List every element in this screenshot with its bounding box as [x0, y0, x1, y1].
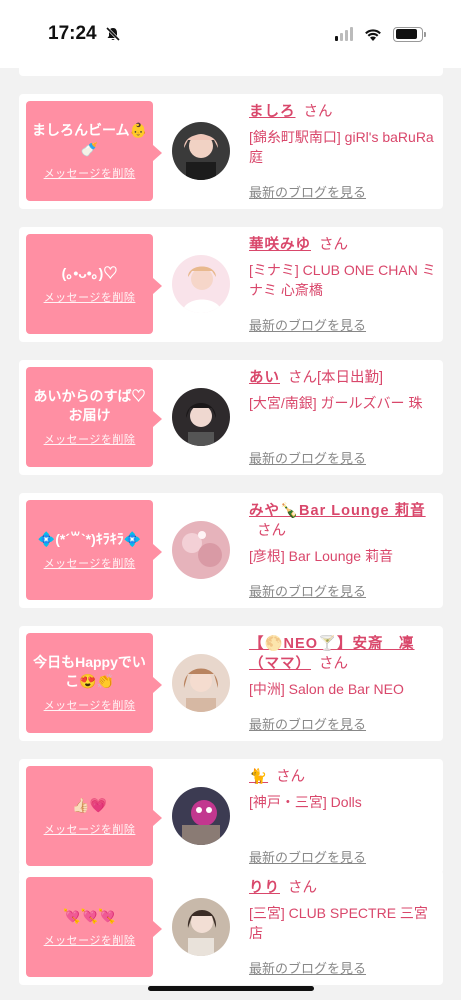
message-bubble: ましろんビーム👶🍼 メッセージを削除 [26, 101, 162, 201]
honorific: さん [276, 769, 306, 785]
latest-blog-link[interactable]: 最新のブログを見る [249, 958, 366, 977]
sender-name[interactable]: ましろ [249, 104, 296, 120]
message-bubble: 👍🏻💗 メッセージを削除 [26, 766, 162, 866]
clock: 17:24 [48, 23, 121, 45]
latest-blog-link[interactable]: 最新のブログを見る [249, 847, 366, 866]
message-card: 💠(*´꒳`*)ｷﾗｷﾗ💠 メッセージを削除 みや🍾Bar Lounge 莉音さ… [19, 493, 443, 608]
clock-time: 17:24 [48, 23, 97, 44]
honorific: さん [303, 104, 333, 120]
shop-name: [錦糸町駅南口] giRl's baRuRa庭 [249, 129, 434, 165]
honorific: さん [288, 370, 317, 386]
shop-name: [中洲] Salon de Bar NEO [249, 681, 404, 697]
delete-message-link[interactable]: メッセージを削除 [44, 932, 136, 948]
message-bubble: 💘💘💘 メッセージを削除 [26, 877, 162, 977]
message-card: 👍🏻💗 メッセージを削除 🐈 さん [神戸・三宮] Dolls 最新のブログを見る [19, 759, 443, 874]
sender-name[interactable]: りり [249, 880, 280, 896]
shop-name: [三宮] CLUB SPECTRE 三宮店 [249, 905, 428, 941]
avatar[interactable] [172, 521, 230, 579]
latest-blog-link[interactable]: 最新のブログを見る [249, 182, 366, 201]
home-indicator[interactable] [148, 986, 314, 991]
message-text: 👍🏻💗 [72, 796, 107, 813]
avatar[interactable] [172, 787, 230, 845]
message-text: (｡•ᴗ•｡)♡ [61, 264, 118, 281]
cellular-signal-icon [335, 27, 353, 41]
battery-icon [393, 26, 426, 42]
honorific: さん [319, 656, 348, 672]
message-text: ましろんビーム👶🍼 [32, 122, 148, 157]
shop-name: [大宮/南銀] ガールズバー 珠 [249, 395, 423, 411]
message-text: あいからのすば♡お届け [33, 388, 146, 423]
avatar[interactable] [172, 388, 230, 446]
message-text: 💠(*´꒳`*)ｷﾗｷﾗ💠 [37, 530, 142, 547]
previous-card-edge [19, 60, 443, 76]
sender-name[interactable]: 🐈 [249, 769, 268, 785]
message-card: 💘💘💘 メッセージを削除 りり さん [三宮] CLUB SPECTRE 三宮店 … [19, 870, 443, 985]
message-bubble: あいからのすば♡お届け メッセージを削除 [26, 367, 162, 467]
sender-name[interactable]: あい [249, 370, 280, 386]
message-bubble: (｡•ᴗ•｡)♡ メッセージを削除 [26, 234, 162, 334]
sender-name[interactable]: 華咲みゆ [249, 237, 311, 253]
avatar[interactable] [172, 654, 230, 712]
delete-message-link[interactable]: メッセージを削除 [44, 821, 136, 837]
shop-name: [神戸・三宮] Dolls [249, 794, 362, 810]
latest-blog-link[interactable]: 最新のブログを見る [249, 315, 366, 334]
delete-message-link[interactable]: メッセージを削除 [44, 289, 136, 305]
shop-name: [ミナミ] CLUB ONE CHAN ミナミ 心斎橋 [249, 262, 436, 298]
honorific: さん [257, 523, 286, 539]
delete-message-link[interactable]: メッセージを削除 [44, 697, 136, 713]
bell-muted-icon [105, 26, 120, 42]
shop-name: [彦根] Bar Lounge 莉音 [249, 548, 393, 564]
message-bubble: 今日もHappyでいこ😍👏 メッセージを削除 [26, 633, 162, 733]
avatar[interactable] [172, 255, 230, 313]
delete-message-link[interactable]: メッセージを削除 [44, 431, 136, 447]
message-text: 💘💘💘 [63, 907, 116, 924]
delete-message-link[interactable]: メッセージを削除 [44, 555, 136, 571]
message-text: 今日もHappyでいこ😍👏 [33, 654, 146, 689]
honorific: さん [319, 237, 348, 253]
message-card: 今日もHappyでいこ😍👏 メッセージを削除 【🌕NEO🍸】安斎 凜（ママ） さん… [19, 626, 443, 741]
work-status: [本日出勤] [317, 370, 384, 386]
message-card: あいからのすば♡お届け メッセージを削除 あい さん[本日出勤] [大宮/南銀] … [19, 360, 443, 475]
latest-blog-link[interactable]: 最新のブログを見る [249, 448, 366, 467]
sender-name[interactable]: みや🍾Bar Lounge 莉音 [249, 503, 426, 519]
avatar[interactable] [172, 122, 230, 180]
message-card: ましろんビーム👶🍼 メッセージを削除 ましろ さん [錦糸町駅南口] giRl's… [19, 94, 443, 209]
latest-blog-link[interactable]: 最新のブログを見る [249, 581, 366, 600]
honorific: さん [288, 880, 317, 896]
wifi-icon [365, 28, 381, 41]
avatar[interactable] [172, 898, 230, 956]
latest-blog-link[interactable]: 最新のブログを見る [249, 714, 366, 733]
message-bubble: 💠(*´꒳`*)ｷﾗｷﾗ💠 メッセージを削除 [26, 500, 162, 600]
delete-message-link[interactable]: メッセージを削除 [44, 165, 136, 181]
status-bar: 17:24 [0, 0, 461, 68]
message-card: (｡•ᴗ•｡)♡ メッセージを削除 華咲みゆ さん [ミナミ] CLUB ONE … [19, 227, 443, 342]
